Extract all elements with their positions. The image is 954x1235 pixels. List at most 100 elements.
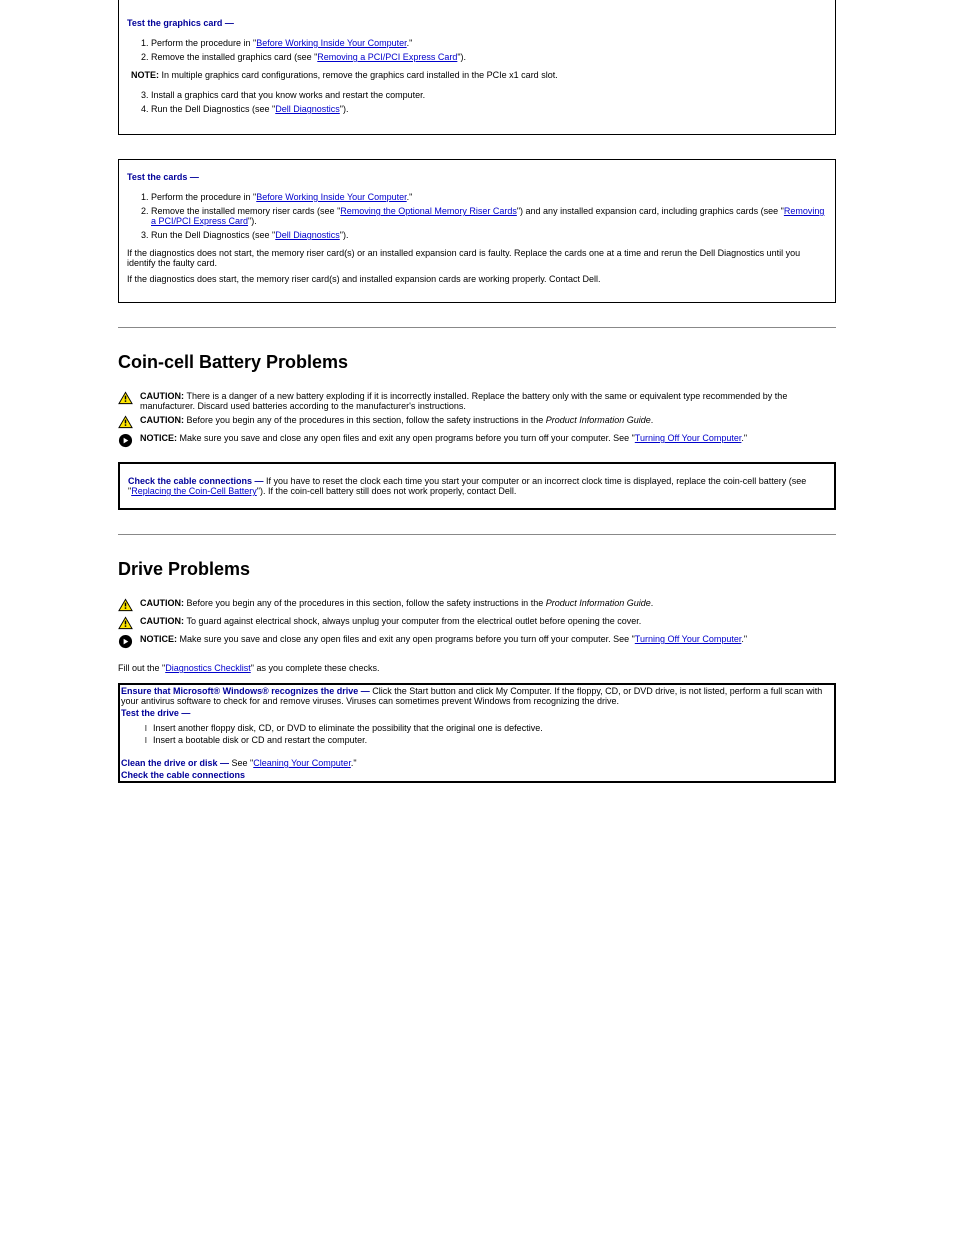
link-remove-riser[interactable]: Removing the Optional Memory Riser Cards [340,206,517,216]
link-replace-coincell[interactable]: Replacing the Coin-Cell Battery [131,486,257,496]
txt: Before you begin any of the procedures i… [187,598,546,608]
txt: Fill out the " [118,663,165,673]
txt: " as you complete these checks. [251,663,380,673]
tail-2: If the diagnostics does start, the memor… [127,274,827,284]
lead-check-cable: Check the cable connections — [128,476,264,486]
txt: "). [340,230,349,240]
step: Remove the installed memory riser cards … [151,204,827,228]
caution-text-1: CAUTION: There is a danger of a new batt… [140,391,836,411]
cell-clean-drive: Clean the drive or disk — See "Cleaning … [119,757,835,769]
step: Install a graphics card that you know wo… [151,88,827,102]
caution-icon [118,598,133,612]
txt: Install a graphics card that you know wo… [151,90,425,100]
drive-table: Ensure that Microsoft® Windows® recogniz… [118,683,836,783]
table-row: Check the cable connections [119,769,835,782]
txt: ." [741,634,747,644]
link-before-working[interactable]: Before Working Inside Your Computer [256,38,406,48]
txt: . [651,598,654,608]
lead-test-drive: Test the drive — [121,708,190,718]
caution-row-4: CAUTION: To guard against electrical sho… [118,616,836,630]
cell-ensure-windows: Ensure that Microsoft® Windows® recogniz… [119,684,835,707]
txt: Make sure you save and close any open fi… [180,634,635,644]
caution-icon [118,616,133,630]
txt: Run the Dell Diagnostics (see " [151,230,275,240]
divider [118,327,836,328]
txt: See " [229,758,253,768]
txt: "). If the coin-cell battery still does … [257,486,517,496]
caution-text-3: CAUTION: Before you begin any of the pro… [140,598,653,608]
step: Perform the procedure in "Before Working… [151,190,827,204]
table-row: Test the drive — Insert another floppy d… [119,707,835,757]
caution-label: CAUTION: [140,616,187,626]
txt: There is a danger of a new battery explo… [140,391,787,411]
notice-icon [118,634,133,649]
link-before-working-2[interactable]: Before Working Inside Your Computer [256,192,406,202]
txt: ." [351,758,357,768]
caution-row-1: CAUTION: There is a danger of a new batt… [118,391,836,411]
steps-cards: Perform the procedure in "Before Working… [127,190,827,242]
step: Perform the procedure in "Before Working… [151,36,827,50]
lead-clean-drive: Clean the drive or disk — [121,758,229,768]
heading-coincell: Coin-cell Battery Problems [118,352,836,373]
caution-text-4: CAUTION: To guard against electrical sho… [140,616,641,626]
txt: "). [340,104,349,114]
card-diag-box-graphics: Test the graphics card — Perform the pro… [118,0,836,135]
caution-label: CAUTION: [140,391,187,401]
txt: Perform the procedure in " [151,38,256,48]
link-turn-off-2[interactable]: Turning Off Your Computer [635,634,742,644]
cell-test-drive: Test the drive — Insert another floppy d… [119,707,835,757]
cell-check-cable: Check the cable connections [119,769,835,782]
divider [118,534,836,535]
link-dell-diag[interactable]: Dell Diagnostics [275,104,340,114]
txt: ") and any installed expansion card, inc… [517,206,784,216]
lead-ensure-mid2: recognizes the drive — [269,686,370,696]
link-dell-diag-2[interactable]: Dell Diagnostics [275,230,340,240]
heading-drive: Drive Problems [118,559,836,580]
txt: Remove the installed memory riser cards … [151,206,340,216]
notice-label: NOTICE: [140,634,180,644]
notice-row-1: NOTICE: Make sure you save and close any… [118,433,836,448]
reg-mark: ® [262,686,269,696]
steps-graphics-b: Install a graphics card that you know wo… [127,88,827,116]
txt: To guard against electrical shock, alway… [187,616,642,626]
txt: Perform the procedure in " [151,192,256,202]
link-remove-pci[interactable]: Removing a PCI/PCI Express Card [317,52,457,62]
txt: ." [741,433,747,443]
list-item: Insert another floppy disk, CD, or DVD t… [145,722,833,734]
txt: Before you begin any of the procedures i… [187,415,546,425]
tail-1: If the diagnostics does not start, the m… [127,248,827,268]
txt: Make sure you save and close any open fi… [180,433,635,443]
coincell-box: Check the cable connections — If you hav… [118,462,836,510]
link-clean-computer[interactable]: Cleaning Your Computer [253,758,351,768]
steps-graphics-a: Perform the procedure in "Before Working… [127,36,827,64]
card-diag-box-cards: Test the cards — Perform the procedure i… [118,159,836,303]
link-turn-off[interactable]: Turning Off Your Computer [635,433,742,443]
step: Run the Dell Diagnostics (see "Dell Diag… [151,228,827,242]
list-item: Insert a bootable disk or CD and restart… [145,734,833,746]
coincell-content: Check the cable connections — If you hav… [128,476,826,496]
drive-test-list: Insert another floppy disk, CD, or DVD t… [121,722,833,746]
notice-label: NOTICE: [140,433,180,443]
txt: "). [457,52,466,62]
table-row: Ensure that Microsoft® Windows® recogniz… [119,684,835,707]
product-guide: Product Information Guide [546,598,651,608]
caution-icon [118,415,133,429]
note-text: In multiple graphics card configurations… [159,70,558,80]
product-guide: Product Information Guide [546,415,651,425]
lead-ensure-mid1: Windows [220,686,262,696]
section-test-graphics: Test the graphics card — Perform the pro… [127,18,827,116]
table-row: Clean the drive or disk — See "Cleaning … [119,757,835,769]
caution-text-2: CAUTION: Before you begin any of the pro… [140,415,653,425]
txt: . [651,415,654,425]
link-diag-checklist[interactable]: Diagnostics Checklist [165,663,251,673]
caution-label: CAUTION: [140,415,187,425]
lead-ensure-pre: Ensure that Microsoft [121,686,214,696]
lead-test-cards: Test the cards — [127,172,199,182]
notice-text-2: NOTICE: Make sure you save and close any… [140,634,747,644]
note-row: NOTE: In multiple graphics card configur… [127,70,827,80]
txt: Remove the installed graphics card (see … [151,52,317,62]
txt: Run the Dell Diagnostics (see " [151,104,275,114]
note-label: NOTE: [131,70,159,80]
step: Remove the installed graphics card (see … [151,50,827,64]
notice-text-1: NOTICE: Make sure you save and close any… [140,433,747,443]
